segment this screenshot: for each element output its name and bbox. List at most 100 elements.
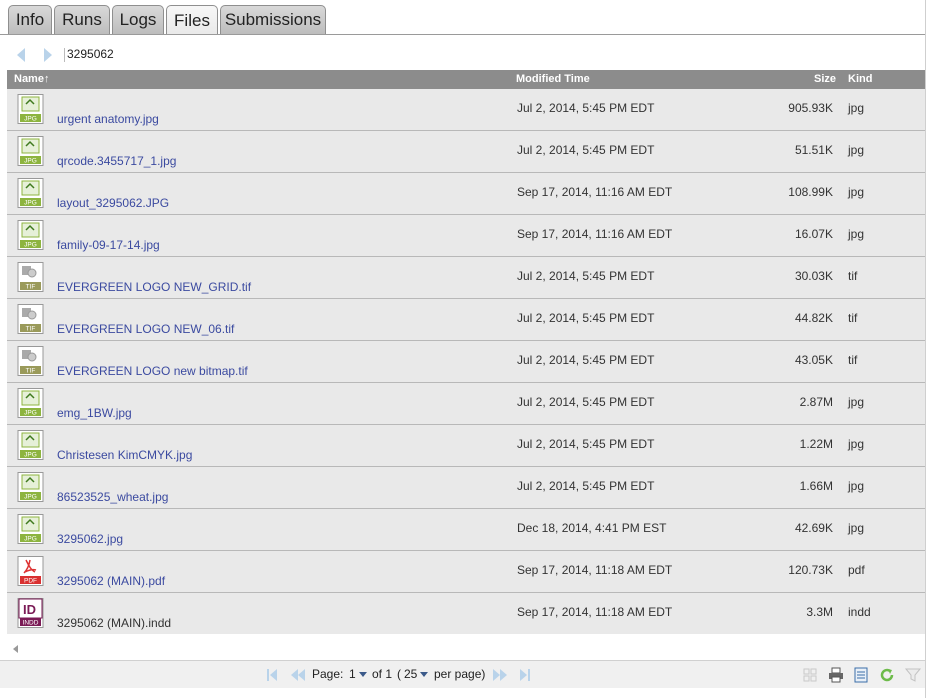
file-browser-window: Info Runs Logs Files Submissions 3295062…: [0, 0, 925, 698]
current-path: 3295062: [67, 47, 114, 61]
file-name-link[interactable]: 3295062 (MAIN).indd: [57, 616, 171, 630]
first-page-icon[interactable]: [270, 669, 277, 681]
tab-logs[interactable]: Logs: [112, 5, 164, 34]
jpg-file-icon: JPG: [17, 514, 44, 544]
file-size: 1.22M: [799, 437, 833, 451]
file-modified-time: Jul 2, 2014, 5:45 PM EDT: [517, 269, 655, 283]
file-kind: tif: [848, 353, 858, 367]
file-modified-time: Jul 2, 2014, 5:45 PM EDT: [517, 101, 655, 115]
pdf-file-icon: PDF: [17, 556, 44, 586]
file-row[interactable]: ID INDD 3295062 (MAIN).indd Sep 17, 2014, 1…: [7, 593, 925, 635]
file-type-badge: JPG: [24, 410, 37, 417]
file-list: JPG urgent anatomy.jpg Jul 2, 2014, 5:45 P…: [7, 89, 925, 635]
file-name-link[interactable]: EVERGREEN LOGO NEW_GRID.tif: [57, 280, 251, 294]
print-icon[interactable]: [828, 667, 844, 683]
file-name-link[interactable]: emg_1BW.jpg: [57, 406, 132, 420]
tif-file-icon: TIF: [17, 262, 44, 292]
file-size: 2.87M: [799, 395, 833, 409]
file-type-badge: TIF: [26, 326, 36, 333]
file-row[interactable]: JPG Christesen KimCMYK.jpg Jul 2, 2014, 5:…: [7, 425, 925, 467]
horizontal-scrollbar[interactable]: [7, 643, 925, 655]
file-name-link[interactable]: EVERGREEN LOGO new bitmap.tif: [57, 364, 248, 378]
file-name-link[interactable]: layout_3295062.JPG: [57, 196, 169, 210]
file-modified-time: Sep 17, 2014, 11:16 AM EDT: [517, 227, 673, 241]
file-type-badge: JPG: [24, 200, 37, 207]
next-page-icon[interactable]: [493, 669, 500, 681]
file-size: 3.3M: [806, 605, 833, 619]
file-type-badge: JPG: [24, 158, 37, 165]
file-row[interactable]: TIF EVERGREEN LOGO NEW_06.tif Jul 2, 2014,…: [7, 299, 925, 341]
prev-page-icon-2: [298, 669, 305, 681]
column-header-kind[interactable]: Kind: [848, 73, 872, 85]
file-name-link[interactable]: 86523525_wheat.jpg: [57, 490, 168, 504]
file-row[interactable]: JPG family-09-17-14.jpg Sep 17, 2014, 11:1…: [7, 215, 925, 257]
refresh-icon[interactable]: [879, 667, 895, 683]
column-header-size[interactable]: Size: [814, 73, 836, 85]
tab-info[interactable]: Info: [8, 5, 52, 34]
per-page-select[interactable]: 25: [404, 667, 429, 681]
svg-text:ID: ID: [23, 602, 36, 617]
chevron-down-icon: [358, 672, 367, 678]
file-name-link[interactable]: urgent anatomy.jpg: [57, 112, 159, 126]
file-type-badge: JPG: [24, 452, 37, 459]
file-name-link[interactable]: qrcode.3455717_1.jpg: [57, 154, 176, 168]
next-page-icon-2: [500, 669, 507, 681]
per-page-label: per page): [434, 667, 486, 681]
file-name-link[interactable]: 3295062.jpg: [57, 532, 123, 546]
jpg-file-icon: JPG: [17, 388, 44, 418]
spreadsheet-icon[interactable]: [853, 667, 869, 683]
prev-page-icon[interactable]: [291, 669, 298, 681]
tif-file-icon: TIF: [17, 304, 44, 334]
column-header-modified[interactable]: Modified Time: [516, 73, 590, 85]
file-modified-time: Sep 17, 2014, 11:16 AM EDT: [517, 185, 673, 199]
file-modified-time: Jul 2, 2014, 5:45 PM EDT: [517, 353, 655, 367]
file-row[interactable]: TIF EVERGREEN LOGO NEW_GRID.tif Jul 2, 201…: [7, 257, 925, 299]
file-modified-time: Jul 2, 2014, 5:45 PM EDT: [517, 311, 655, 325]
file-name-link[interactable]: EVERGREEN LOGO NEW_06.tif: [57, 322, 234, 336]
scroll-left-icon[interactable]: [13, 645, 18, 653]
file-size: 16.07K: [794, 227, 833, 241]
page-label: Page:: [312, 667, 344, 681]
open-paren: (: [397, 667, 401, 681]
back-arrow-icon[interactable]: [17, 48, 25, 62]
file-kind: jpg: [848, 395, 865, 409]
jpg-file-icon: JPG: [17, 136, 44, 166]
window-border: [925, 0, 926, 698]
page-select[interactable]: 1: [349, 667, 367, 681]
first-page-bar: [267, 669, 269, 681]
file-row[interactable]: JPG 3295062.jpg Dec 18, 2014, 4:41 PM EST 4…: [7, 509, 925, 551]
file-name-link[interactable]: family-09-17-14.jpg: [57, 238, 160, 252]
file-type-badge: JPG: [24, 494, 37, 501]
file-size: 120.73K: [788, 563, 833, 577]
file-row[interactable]: JPG 86523525_wheat.jpg Jul 2, 2014, 5:45 P…: [7, 467, 925, 509]
file-row[interactable]: JPG emg_1BW.jpg Jul 2, 2014, 5:45 PM EDT 2.…: [7, 383, 925, 425]
last-page-icon[interactable]: [520, 669, 527, 681]
file-type-badge: INDD: [23, 620, 39, 627]
file-row[interactable]: JPG urgent anatomy.jpg Jul 2, 2014, 5:45 P…: [7, 89, 925, 131]
file-type-badge: TIF: [26, 284, 36, 291]
tab-files[interactable]: Files: [166, 5, 218, 35]
jpg-file-icon: JPG: [17, 178, 44, 208]
file-row[interactable]: JPG layout_3295062.JPG Sep 17, 2014, 11:16…: [7, 173, 925, 215]
path-separator: [64, 48, 65, 62]
file-size: 108.99K: [788, 185, 833, 199]
tab-runs[interactable]: Runs: [54, 5, 110, 34]
column-header-name[interactable]: Name↑: [14, 73, 49, 85]
file-name-link[interactable]: Christesen KimCMYK.jpg: [57, 448, 192, 462]
file-row[interactable]: JPG qrcode.3455717_1.jpg Jul 2, 2014, 5:45…: [7, 131, 925, 173]
file-kind: jpg: [848, 227, 865, 241]
file-row[interactable]: TIF EVERGREEN LOGO new bitmap.tif Jul 2, 2…: [7, 341, 925, 383]
file-modified-time: Jul 2, 2014, 5:45 PM EDT: [517, 479, 655, 493]
file-modified-time: Sep 17, 2014, 11:18 AM EDT: [517, 605, 673, 619]
forward-arrow-icon[interactable]: [44, 48, 52, 62]
last-page-bar: [528, 669, 530, 681]
filter-icon[interactable]: [905, 667, 921, 683]
tab-submissions[interactable]: Submissions: [220, 5, 326, 34]
jpg-file-icon: JPG: [17, 430, 44, 460]
file-row[interactable]: PDF 3295062 (MAIN).pdf Sep 17, 2014, 11:18…: [7, 551, 925, 593]
per-page-value: 25: [404, 667, 418, 681]
grid-view-icon[interactable]: [802, 667, 818, 683]
jpg-file-icon: JPG: [17, 472, 44, 502]
file-name-link[interactable]: 3295062 (MAIN).pdf: [57, 574, 165, 588]
file-size: 43.05K: [794, 353, 833, 367]
